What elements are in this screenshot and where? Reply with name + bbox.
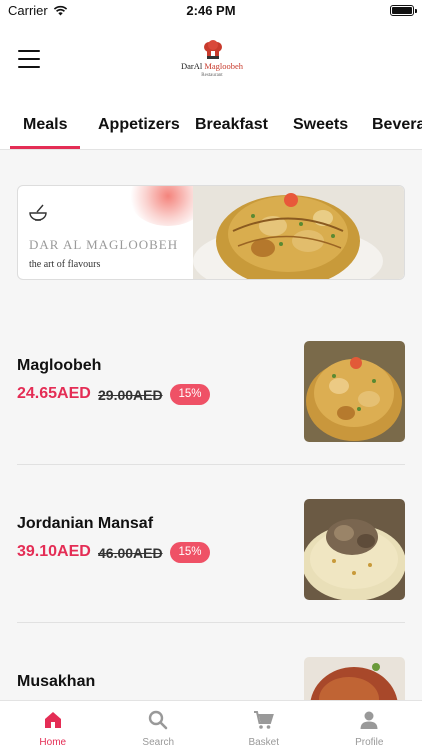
discount-badge: 15% (170, 384, 210, 405)
profile-icon (360, 711, 378, 729)
menu-icon-bar (18, 58, 40, 60)
app-screen: Carrier 2:46 PM DarAl Magloobeh Restaura… (0, 0, 422, 750)
menu-button[interactable] (18, 50, 40, 68)
home-icon (44, 712, 61, 728)
app-header: DarAl Magloobeh Restaurant (0, 22, 422, 100)
meal-item-musakhan[interactable]: Musakhan (0, 656, 422, 700)
meal-price: 24.65AED (17, 385, 91, 402)
tab-appetizers[interactable]: Appetizers (98, 116, 180, 134)
meal-old-price: 29.00AED (98, 387, 163, 403)
banner-subtitle: the art of flavours (29, 259, 101, 270)
nav-basket-label: Basket (248, 737, 280, 748)
nav-search[interactable]: Search (106, 701, 212, 750)
nav-profile[interactable]: Profile (317, 701, 422, 750)
restaurant-logo: DarAl Magloobeh Restaurant (176, 38, 248, 84)
menu-icon-bar (18, 50, 40, 52)
promo-banner[interactable]: DAR AL MAGLOOBEH the art of flavours (17, 185, 405, 280)
category-tabs: Meals Appetizers Breakfast Sweets Bevera… (0, 100, 422, 150)
logo-name: DarAl Magloobeh (176, 61, 248, 71)
nav-home-label: Home (39, 737, 67, 748)
search-icon (149, 710, 168, 730)
bottom-navigation: Home Search Basket Profile (0, 700, 422, 750)
banner-title: DAR AL MAGLOOBEH (29, 237, 179, 252)
menu-icon-bar (18, 66, 40, 68)
meal-image (304, 657, 405, 700)
logo-subtitle: Restaurant (201, 73, 223, 78)
meal-price: 39.10AED (17, 543, 91, 560)
meal-image (304, 341, 405, 442)
meal-name: Magloobeh (17, 357, 102, 374)
active-tab-indicator (10, 146, 80, 149)
discount-badge: 15% (170, 542, 210, 563)
battery-icon (390, 5, 417, 16)
meal-name: Musakhan (17, 673, 96, 690)
chef-hat-icon (204, 40, 222, 59)
list-divider (17, 464, 405, 465)
status-bar: Carrier 2:46 PM (0, 0, 422, 22)
logo-name-accent: Magloobeh (204, 61, 244, 71)
banner-food-photo (193, 186, 404, 279)
meal-old-price: 46.00AED (98, 545, 163, 561)
bowl-icon (29, 204, 47, 221)
basket-icon (253, 711, 274, 729)
tab-breakfast[interactable]: Breakfast (195, 116, 268, 134)
nav-basket[interactable]: Basket (211, 701, 317, 750)
meal-item-mansaf[interactable]: Jordanian Mansaf 39.10AED 46.00AED 15% (0, 498, 422, 601)
meal-name: Jordanian Mansaf (17, 515, 154, 532)
logo-name-prefix: DarAl (180, 61, 205, 71)
meal-image (304, 499, 405, 600)
meal-item-magloobeh[interactable]: Magloobeh 24.65AED 29.00AED 15% (0, 340, 422, 443)
tab-beverages[interactable]: Beveral (372, 116, 422, 134)
tab-meals[interactable]: Meals (23, 116, 67, 134)
nav-search-label: Search (142, 737, 175, 748)
nav-home[interactable]: Home (0, 701, 106, 750)
nav-profile-label: Profile (355, 737, 384, 748)
status-time: 2:46 PM (186, 3, 236, 18)
list-divider (17, 622, 405, 623)
tab-sweets[interactable]: Sweets (293, 116, 348, 134)
